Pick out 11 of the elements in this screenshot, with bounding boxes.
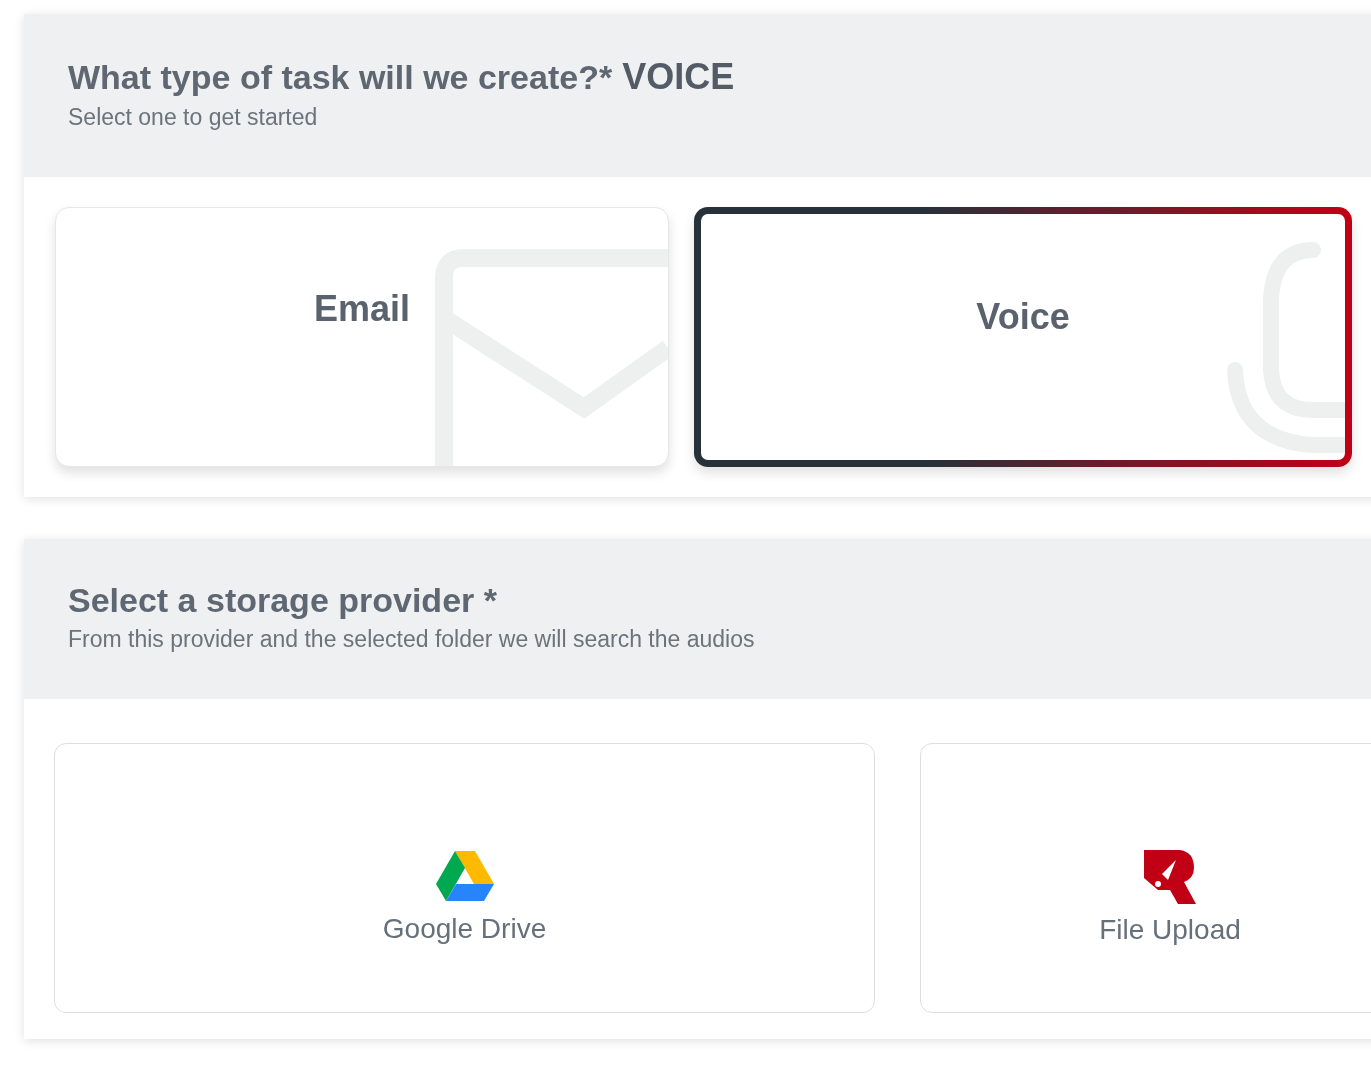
drive-icon: [435, 850, 494, 903]
section-title: Select a storage provider *: [68, 581, 497, 620]
section-subtitle: From this provider and the selected folder we will search the audios: [68, 626, 756, 653]
selected-task-type: VOICE: [622, 56, 735, 98]
provider-card[interactable]: File Upload: [920, 743, 1371, 1013]
rocket-logo-icon: [1144, 849, 1196, 904]
provider-card[interactable]: Google Drive: [54, 743, 875, 1013]
section-subtitle: Select one to get started: [68, 104, 319, 131]
envelope-icon: [434, 248, 668, 466]
section-title: What type of task will we create?*: [68, 58, 613, 97]
task-type-card[interactable]: Email: [55, 207, 669, 467]
